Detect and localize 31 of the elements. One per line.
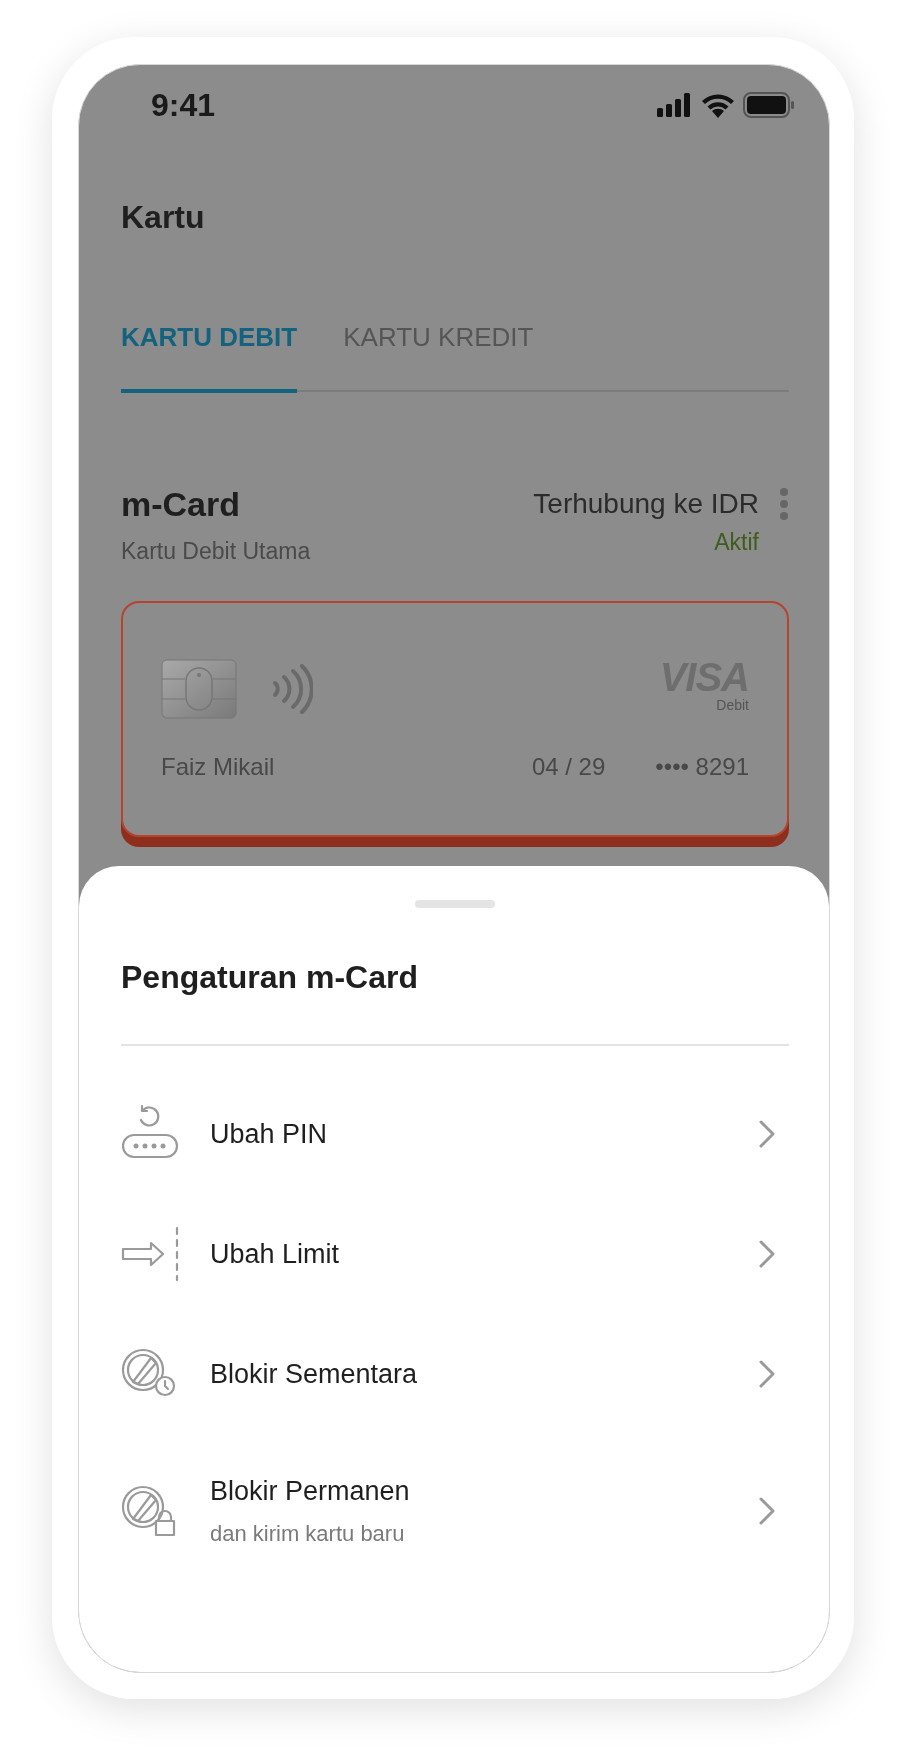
menu-item[interactable]: Ubah Limit (121, 1194, 789, 1314)
menu-item-subtitle: dan kirim kartu baru (210, 1520, 406, 1548)
chevron-icon (759, 1120, 775, 1148)
card-expiry: 04 / 29 (531, 752, 606, 782)
signal-icon (657, 93, 693, 117)
menu-item[interactable]: Blokir Permanen dan kirim kartu baru (121, 1434, 789, 1588)
card-number: •••• 8291 (655, 752, 749, 782)
sheet-title: Pengaturan m-Card (121, 958, 419, 997)
wifi-icon (701, 92, 735, 118)
menu-item-label: Blokir Permanen (210, 1475, 410, 1508)
card-name: m-Card (121, 484, 242, 524)
menu-item[interactable]: Blokir Sementara (121, 1314, 789, 1434)
more-icon[interactable] (779, 487, 789, 521)
card-status: Aktif (714, 528, 759, 556)
card-subtitle: Kartu Debit Utama (121, 537, 311, 565)
drag-handle[interactable] (415, 900, 495, 908)
chip-icon (161, 659, 237, 719)
chevron-icon (759, 1240, 775, 1268)
contactless-icon (271, 663, 313, 715)
chevron-icon (759, 1497, 775, 1525)
menu-item-label: Blokir Sementara (210, 1358, 418, 1391)
battery-icon (743, 92, 795, 118)
linked-account: Terhubung ke IDR (533, 487, 759, 521)
chevron-icon (759, 1360, 775, 1388)
status-time: 9:41 (151, 87, 216, 123)
menu-item-label: Ubah PIN (210, 1118, 328, 1151)
page-title: Kartu (121, 198, 206, 237)
arrow-limit-icon (121, 1224, 181, 1284)
card-holder: Faiz Mikail (161, 752, 275, 782)
menu-item-label: Ubah Limit (210, 1238, 340, 1271)
menu-item[interactable]: Ubah PIN (121, 1074, 789, 1194)
